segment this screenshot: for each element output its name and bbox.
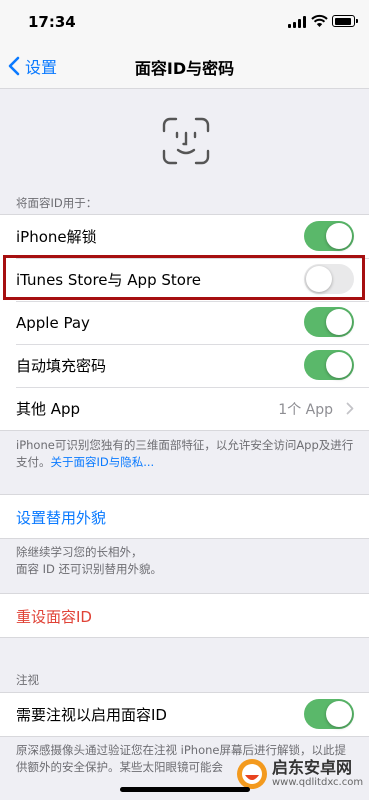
privacy-link[interactable]: 关于面容ID与隐私... — [51, 455, 155, 469]
set-alternate-appearance-button[interactable]: 设置替用外貌 — [16, 507, 106, 528]
row-itunes-app-store[interactable]: iTunes Store与 App Store — [0, 258, 369, 301]
row-iphone-unlock[interactable]: iPhone解锁 — [0, 215, 369, 258]
iphone-unlock-toggle[interactable] — [304, 221, 354, 251]
alternate-appearance-group: 设置替用外貌 — [0, 494, 369, 539]
navigation-bar: 设置 面容ID与密码 — [0, 44, 369, 89]
require-attention-toggle[interactable] — [304, 699, 354, 729]
itunes-app-store-toggle[interactable] — [304, 264, 354, 294]
row-label: iPhone解锁 — [16, 228, 97, 246]
row-label: 其他 App — [16, 400, 81, 418]
status-bar: 17:34 — [0, 0, 369, 44]
attention-group: 需要注视以启用面容ID — [0, 692, 369, 737]
face-id-footer: iPhone可识别您独有的三维面部特征，以允许安全访问App及进行支付。关于面容… — [16, 437, 356, 471]
row-label: 需要注视以启用面容ID — [16, 706, 167, 724]
row-other-apps[interactable]: 其他 App 1个 App — [0, 387, 369, 430]
watermark-logo-icon — [237, 759, 267, 789]
section-header-attention: 注视 — [16, 673, 39, 687]
row-label: iTunes Store与 App Store — [16, 271, 202, 289]
home-indicator[interactable] — [120, 787, 250, 792]
toggle-knob — [326, 701, 352, 727]
alternate-appearance-footer: 除继续学习您的长相外， 面容 ID 还可识别替用外貌。 — [16, 545, 163, 576]
status-time: 17:34 — [28, 13, 76, 31]
page-title: 面容ID与密码 — [134, 59, 235, 78]
face-id-icon — [162, 117, 210, 165]
section-header-use-face-id: 将面容ID用于： — [16, 196, 98, 210]
face-id-options-group: iPhone解锁 iTunes Store与 App Store Apple P… — [0, 214, 369, 431]
wifi-icon — [311, 14, 328, 27]
battery-icon — [332, 15, 358, 27]
cellular-signal-icon — [288, 16, 307, 28]
row-apple-pay[interactable]: Apple Pay — [0, 301, 369, 344]
toggle-knob — [326, 223, 352, 249]
apple-pay-toggle[interactable] — [304, 307, 354, 337]
chevron-right-icon — [346, 402, 354, 415]
reset-group: 重设面容ID — [0, 593, 369, 638]
row-require-attention[interactable]: 需要注视以启用面容ID — [0, 693, 369, 736]
row-label: 自动填充密码 — [16, 357, 107, 375]
watermark-name: 启东安卓网 — [272, 758, 353, 777]
row-password-autofill[interactable]: 自动填充密码 — [0, 344, 369, 387]
other-apps-count: 1个 App — [278, 401, 333, 418]
watermark-url: www.qdlitdxc.com — [272, 777, 364, 788]
toggle-knob — [326, 352, 352, 378]
password-autofill-toggle[interactable] — [304, 350, 354, 380]
reset-face-id-button[interactable]: 重设面容ID — [16, 606, 92, 627]
toggle-knob — [326, 309, 352, 335]
row-label: Apple Pay — [16, 313, 90, 332]
toggle-knob — [306, 266, 332, 292]
watermark: 启东安卓网 www.qdlitdxc.com — [236, 756, 363, 792]
